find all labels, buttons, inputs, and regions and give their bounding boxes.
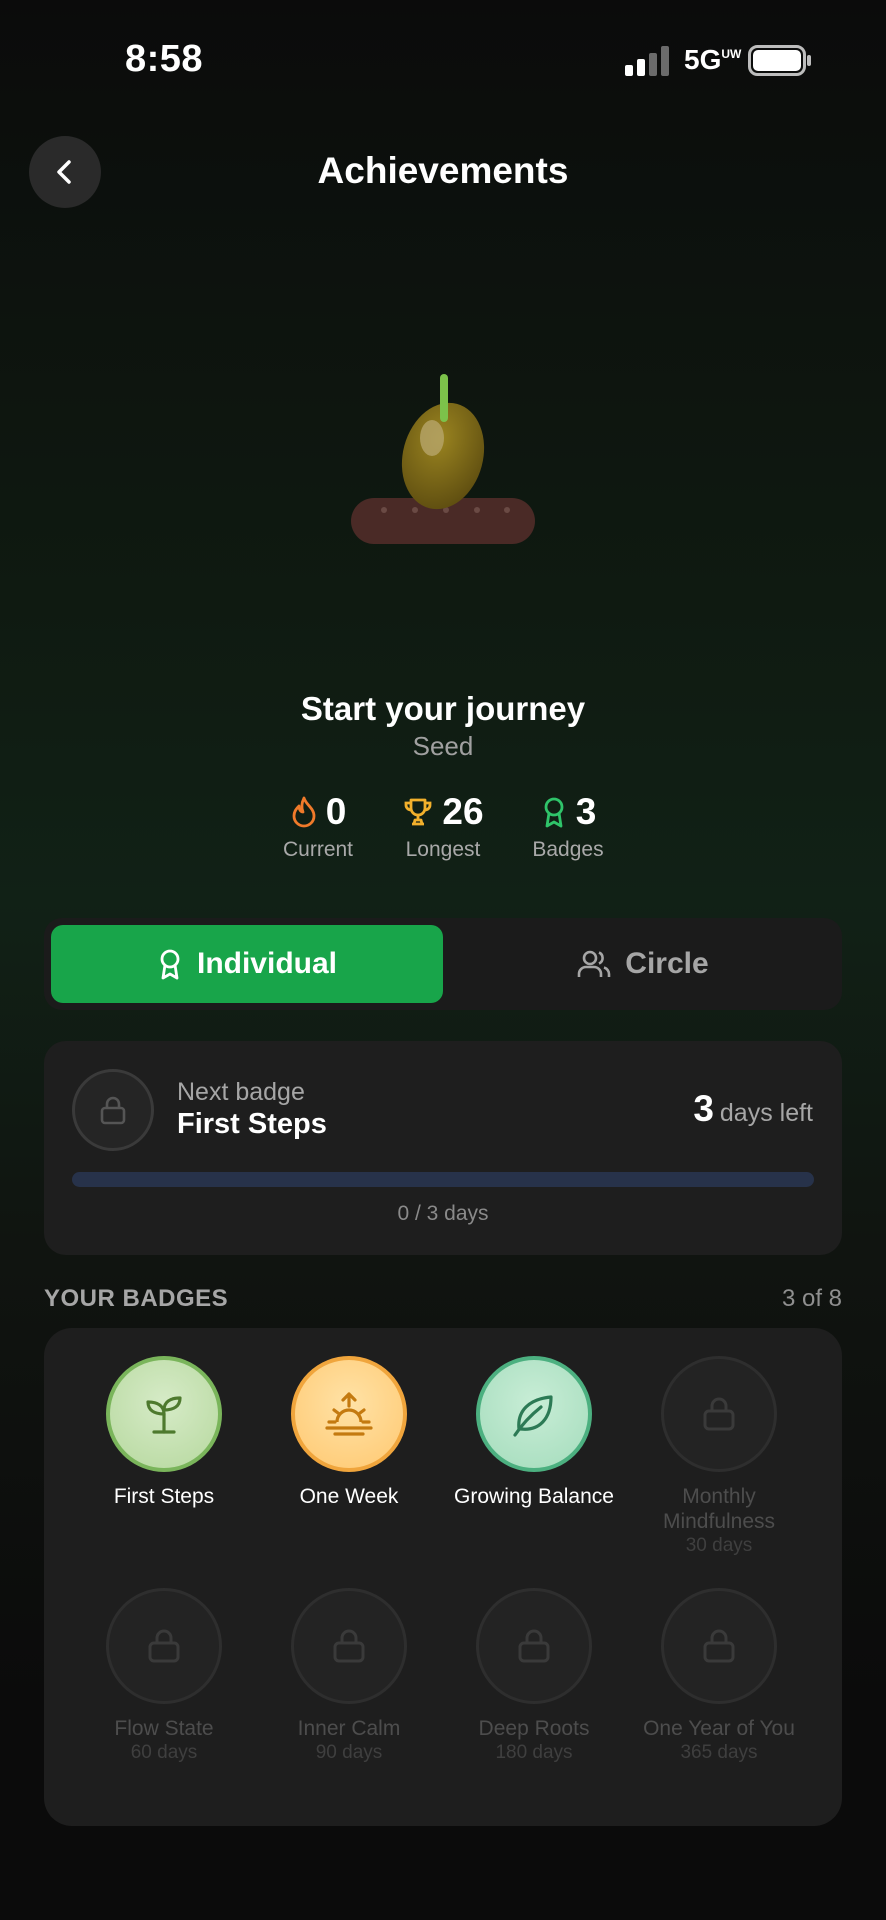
next-badge-name: First Steps [177, 1108, 327, 1140]
next-badge-card: Next badge First Steps 3 days left 0 / 3 … [44, 1041, 842, 1255]
award-icon [544, 797, 564, 828]
sunrise-icon [325, 1392, 373, 1436]
status-bar: 8:58 5GUW [0, 0, 886, 120]
badge-name: One Year of You [643, 1717, 795, 1740]
badge-first-steps-circle [106, 1356, 222, 1472]
days-left: 3 days left [693, 1088, 813, 1130]
tab-circle-label: Circle [625, 947, 709, 980]
badge-locked-circle [661, 1588, 777, 1704]
badge-name: Monthly Mindfulness [662, 1485, 776, 1533]
stat-current-value: 0 [325, 791, 347, 832]
lock-icon [333, 1629, 365, 1663]
badge-inner-calm[interactable]: Inner Calm 90 days [256, 1588, 442, 1765]
lock-icon [703, 1629, 735, 1663]
stat-badges-value: 3 [575, 791, 597, 832]
network-sup: UW [721, 47, 742, 61]
days-left-text: days left [719, 1099, 813, 1127]
lock-icon [148, 1629, 180, 1663]
next-badge-label: Next badge [177, 1078, 305, 1106]
leaf-icon [513, 1395, 553, 1437]
next-badge-lock [72, 1069, 154, 1151]
stat-longest: 26 Longest [373, 790, 513, 862]
users-icon [577, 950, 611, 977]
stat-current-label: Current [282, 838, 354, 861]
badge-name: Growing Balance [454, 1485, 614, 1508]
journey-stage: Seed [412, 731, 474, 761]
flame-icon [292, 796, 316, 828]
lock-icon [100, 1096, 126, 1125]
badge-name: Inner Calm [297, 1717, 401, 1740]
badge-one-week-circle [291, 1356, 407, 1472]
cellular-signal-icon [625, 46, 669, 76]
badge-name: Flow State [114, 1717, 214, 1740]
badge-locked-circle [106, 1588, 222, 1704]
badge-requirement: 60 days [130, 1742, 198, 1763]
badge-locked-circle [476, 1588, 592, 1704]
days-left-value: 3 [693, 1088, 714, 1129]
stat-badges: 3 Badges [498, 790, 638, 862]
badge-flow-state[interactable]: Flow State 60 days [71, 1588, 257, 1765]
stat-longest-value: 26 [442, 791, 484, 832]
award-icon [160, 949, 180, 980]
badge-requirement: 180 days [495, 1742, 573, 1763]
status-time: 8:58 [125, 38, 204, 80]
next-badge-progress-bar [72, 1172, 814, 1187]
badge-locked-circle [661, 1356, 777, 1472]
seed-illustration [351, 374, 535, 544]
badge-monthly-mindfulness[interactable]: Monthly Mindfulness 30 days [626, 1356, 812, 1558]
badge-name: First Steps [113, 1485, 215, 1508]
stat-badges-label: Badges [532, 838, 604, 861]
stat-longest-label: Longest [405, 838, 481, 861]
sprout-icon [146, 1396, 182, 1434]
lock-icon [703, 1397, 735, 1431]
badge-first-steps[interactable]: First Steps [71, 1356, 257, 1509]
trophy-icon [405, 798, 432, 826]
stat-current: 0 Current [248, 790, 388, 862]
network-type: 5GUW [684, 44, 741, 76]
badge-deep-roots[interactable]: Deep Roots 180 days [441, 1588, 627, 1765]
battery-icon [748, 45, 811, 76]
mode-tabs: Individual Circle [44, 918, 842, 1010]
network-label: 5G [684, 44, 722, 75]
badge-requirement: 90 days [315, 1742, 383, 1763]
streak-stats: 0 Current 26 Longest 3 Badges [0, 790, 886, 862]
badge-name: One Week [299, 1485, 399, 1508]
journey-title: Start your journey [300, 690, 586, 727]
badge-one-year-of-you[interactable]: One Year of You 365 days [626, 1588, 812, 1765]
page-title: Achievements [317, 150, 569, 191]
lock-icon [518, 1629, 550, 1663]
badges-heading: YOUR BADGES [44, 1285, 229, 1312]
badges-count: 3 of 8 [781, 1285, 842, 1312]
tab-individual[interactable]: Individual [51, 925, 443, 1003]
badge-one-week[interactable]: One Week [256, 1356, 442, 1509]
badge-requirement: 30 days [685, 1535, 753, 1556]
tab-circle[interactable]: Circle [450, 925, 836, 1003]
badges-grid: First Steps One Week Growing Balance Mon… [44, 1328, 842, 1826]
badge-growing-balance-circle [476, 1356, 592, 1472]
badge-requirement: 365 days [680, 1742, 758, 1763]
progress-text: 0 / 3 days [397, 1202, 489, 1225]
badge-name: Deep Roots [478, 1717, 590, 1740]
badge-growing-balance[interactable]: Growing Balance [441, 1356, 627, 1509]
tab-individual-label: Individual [196, 947, 337, 980]
badge-locked-circle [291, 1588, 407, 1704]
